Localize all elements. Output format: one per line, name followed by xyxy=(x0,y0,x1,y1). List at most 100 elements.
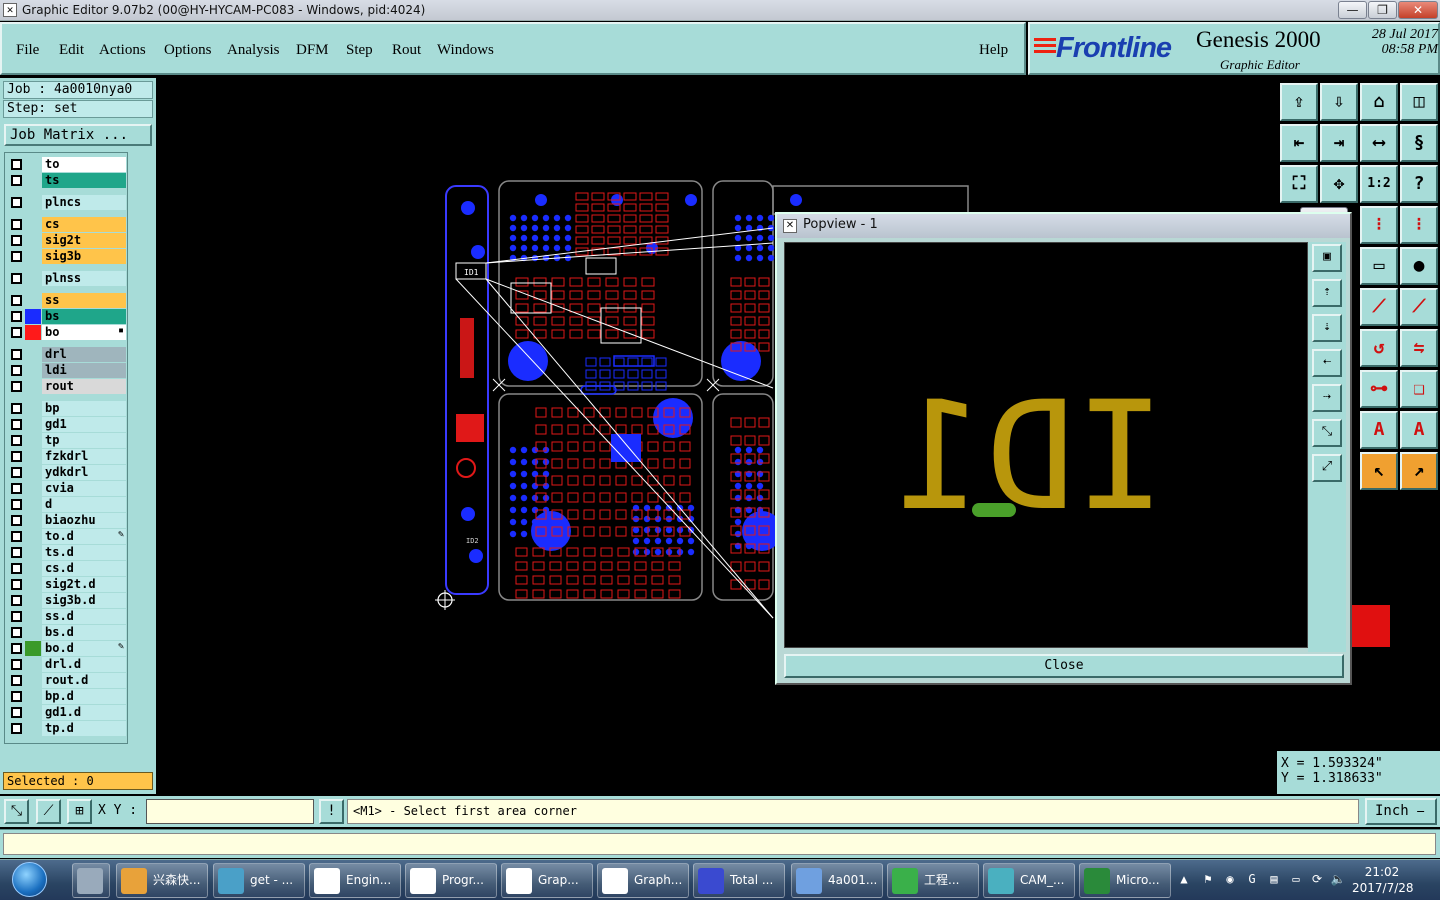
layer-row-sig3b[interactable]: sig3b xyxy=(8,249,126,264)
layer-row-tp[interactable]: tp xyxy=(8,433,126,448)
layer-row-cs-d[interactable]: cs.d xyxy=(8,561,126,576)
pv-zoom-out-icon[interactable]: ⤢ xyxy=(1312,454,1342,482)
layer-checkbox[interactable] xyxy=(11,579,22,590)
layer-color-swatch[interactable] xyxy=(25,417,41,432)
shapes-icon[interactable]: ❑ xyxy=(1400,370,1438,408)
start-button[interactable] xyxy=(2,859,58,900)
layer-checkbox[interactable] xyxy=(11,627,22,638)
line2-icon[interactable]: ⟋ xyxy=(1400,288,1438,326)
layer-name[interactable]: bs.d xyxy=(42,625,126,640)
taskbar-item[interactable]: get - ... xyxy=(213,863,305,898)
layer-row-sig3b-d[interactable]: sig3b.d xyxy=(8,593,126,608)
taskbar-item[interactable]: Graph... xyxy=(597,863,689,898)
ratio-icon[interactable]: 1:2 xyxy=(1360,165,1398,203)
layer-checkbox[interactable] xyxy=(11,451,22,462)
layer-color-swatch[interactable] xyxy=(25,561,41,576)
layer-name[interactable]: ldi xyxy=(42,363,126,378)
a2-icon[interactable]: A xyxy=(1400,411,1438,449)
layer-color-swatch[interactable] xyxy=(25,325,41,340)
layer-name[interactable]: biaozhu xyxy=(42,513,126,528)
layer-name[interactable]: to xyxy=(42,157,126,172)
layer-row-plncs[interactable]: plncs xyxy=(8,195,126,210)
tray-network-icon[interactable]: ▤ xyxy=(1266,872,1282,888)
layer-checkbox[interactable] xyxy=(11,175,22,186)
layer-name[interactable]: ss xyxy=(42,293,126,308)
layer-row-bs[interactable]: bs xyxy=(8,309,126,324)
layer-color-swatch[interactable] xyxy=(25,157,41,172)
layer-row-ts-d[interactable]: ts.d xyxy=(8,545,126,560)
taskbar-item[interactable]: Grap... xyxy=(501,863,593,898)
window-icon[interactable]: ◫ xyxy=(1400,83,1438,121)
layer-color-swatch[interactable] xyxy=(25,293,41,308)
menu-windows[interactable]: Windows xyxy=(437,42,494,59)
tray-expand-icon[interactable]: ▲ xyxy=(1176,872,1192,888)
layer-row-cs[interactable]: cs xyxy=(8,217,126,232)
layer-name[interactable]: ts.d xyxy=(42,545,126,560)
layer-color-swatch[interactable] xyxy=(25,545,41,560)
layer-color-swatch[interactable] xyxy=(25,433,41,448)
taskbar-item[interactable]: Progr... xyxy=(405,863,497,898)
menu-analysis[interactable]: Analysis xyxy=(227,42,280,59)
layer-color-swatch[interactable] xyxy=(25,625,41,640)
layer-color-swatch[interactable] xyxy=(25,513,41,528)
layer-color-swatch[interactable] xyxy=(25,497,41,512)
layer-color-swatch[interactable] xyxy=(25,641,41,656)
layer-row-sig2t[interactable]: sig2t xyxy=(8,233,126,248)
layer-name[interactable]: gd1.d xyxy=(42,705,126,720)
tray-flag-icon[interactable]: ⚑ xyxy=(1200,872,1216,888)
tray-monitor-icon[interactable]: ▭ xyxy=(1288,872,1304,888)
measure-icon[interactable]: ⟋ xyxy=(36,799,61,824)
layer-color-swatch[interactable] xyxy=(25,217,41,232)
layer-row-ydkdrl[interactable]: ydkdrl xyxy=(8,465,126,480)
layer-color-swatch[interactable] xyxy=(25,309,41,324)
layer-name[interactable]: d xyxy=(42,497,126,512)
menu-actions[interactable]: Actions xyxy=(99,42,146,59)
layer-checkbox[interactable] xyxy=(11,723,22,734)
center-icon[interactable]: ✥ xyxy=(1320,165,1358,203)
unit-selector[interactable]: Inch ⎯ xyxy=(1365,798,1437,825)
tray-sync-icon[interactable]: ⟳ xyxy=(1309,872,1325,888)
taskbar-item[interactable]: Micro... xyxy=(1079,863,1171,898)
pv-pan-left-icon[interactable]: ⇠ xyxy=(1312,349,1342,377)
layer-checkbox[interactable] xyxy=(11,365,22,376)
layer-row-sig2t-d[interactable]: sig2t.d xyxy=(8,577,126,592)
layer-name[interactable]: drl.d xyxy=(42,657,126,672)
snap-icon[interactable]: § xyxy=(1400,124,1438,162)
layer-checkbox[interactable] xyxy=(11,611,22,622)
xy-input[interactable] xyxy=(146,799,314,824)
select-icon[interactable]: ↖ xyxy=(1360,452,1398,490)
fit-icon[interactable]: ⟷ xyxy=(1360,124,1398,162)
layer-row-ts[interactable]: ts xyxy=(8,173,126,188)
taskbar-item[interactable]: Total ... xyxy=(693,863,785,898)
job-matrix-button[interactable]: Job Matrix ... xyxy=(4,124,152,146)
layer-name[interactable]: ts xyxy=(42,173,126,188)
layer-name[interactable]: bp xyxy=(42,401,126,416)
layer-checkbox[interactable] xyxy=(11,381,22,392)
layer-name[interactable]: ydkdrl xyxy=(42,465,126,480)
layer-row-ldi[interactable]: ldi xyxy=(8,363,126,378)
layer-red-icon[interactable]: ⁝ xyxy=(1360,206,1398,244)
layer-checkbox[interactable] xyxy=(11,349,22,360)
pv-zoom-in-icon[interactable]: ⤡ xyxy=(1312,419,1342,447)
layer-name[interactable]: bs xyxy=(42,309,126,324)
layer-color-swatch[interactable] xyxy=(25,657,41,672)
layer-checkbox[interactable] xyxy=(11,707,22,718)
pv-pan-up-icon[interactable]: ⇡ xyxy=(1312,279,1342,307)
layer-name[interactable]: cs.d xyxy=(42,561,126,576)
layer-color-swatch[interactable] xyxy=(25,705,41,720)
layer-name[interactable]: cs xyxy=(42,217,126,232)
taskbar-item[interactable]: Engin... xyxy=(309,863,401,898)
layer-checkbox[interactable] xyxy=(11,643,22,654)
layer-name[interactable]: ss.d xyxy=(42,609,126,624)
layer-color-swatch[interactable] xyxy=(25,233,41,248)
pv-zoom-home-icon[interactable]: ▣ xyxy=(1312,244,1342,272)
layer-row-rout[interactable]: rout xyxy=(8,379,126,394)
layer-name[interactable]: bo.d xyxy=(42,641,126,656)
layer-checkbox[interactable] xyxy=(11,235,22,246)
layer-checkbox[interactable] xyxy=(11,327,22,338)
grid-icon[interactable]: ⊞ xyxy=(67,799,92,824)
layer-checkbox[interactable] xyxy=(11,419,22,430)
zoom-down-icon[interactable]: ⇩ xyxy=(1320,83,1358,121)
layer-color-swatch[interactable] xyxy=(25,465,41,480)
layer-row-biaozhu[interactable]: biaozhu xyxy=(8,513,126,528)
